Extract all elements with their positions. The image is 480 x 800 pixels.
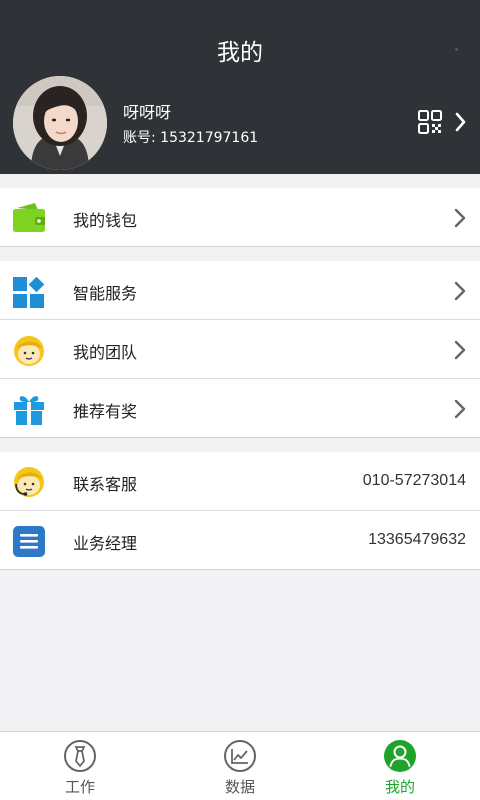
bottom-tab-bar: 工作 数据 我的 — [0, 731, 480, 800]
chevron-right-icon — [452, 398, 468, 420]
team-icon — [11, 332, 47, 368]
menu-item-label: 联系客服 — [73, 475, 138, 494]
chevron-right-icon — [455, 112, 466, 132]
qr-code-icon — [418, 110, 466, 134]
smart-service-icon — [11, 273, 47, 309]
tab-mine[interactable]: 我的 — [320, 732, 480, 800]
chevron-right-icon — [452, 207, 468, 229]
menu-item-label: 智能服务 — [73, 284, 138, 303]
profile-header: 我的 呀呀呀 账号: 15321797161 — [0, 0, 480, 174]
menu-item-wallet[interactable]: 我的钱包 — [0, 188, 480, 247]
services-group: 智能服务 我的团队 推荐有奖 — [0, 261, 480, 438]
menu-item-label: 我的钱包 — [73, 211, 138, 230]
chevron-right-icon — [452, 339, 468, 361]
tab-label: 工作 — [64, 778, 95, 796]
menu-item-label: 推荐有奖 — [73, 402, 138, 421]
menu-item-label: 我的团队 — [73, 343, 138, 362]
page-title: 我的 — [217, 40, 263, 66]
menu-item-my-team[interactable]: 我的团队 — [0, 320, 480, 379]
avatar[interactable] — [13, 76, 107, 170]
wallet-group: 我的钱包 — [0, 188, 480, 247]
menu-item-referral-reward[interactable]: 推荐有奖 — [0, 379, 480, 438]
tab-data[interactable]: 数据 — [160, 732, 320, 800]
work-icon — [63, 739, 97, 773]
gift-icon — [11, 391, 47, 427]
profile-account: 账号: 15321797161 — [123, 130, 259, 146]
customer-service-icon — [11, 464, 47, 500]
manager-icon — [11, 523, 47, 559]
data-chart-icon — [223, 739, 257, 773]
chevron-right-icon — [452, 280, 468, 302]
tab-work[interactable]: 工作 — [0, 732, 160, 800]
business-manager-phone[interactable]: 13365479632 — [368, 531, 466, 549]
menu-item-smart-service[interactable]: 智能服务 — [0, 261, 480, 320]
tab-label: 数据 — [224, 778, 255, 796]
profile-icon — [383, 739, 417, 773]
qr-code-button[interactable] — [416, 108, 468, 138]
customer-service-phone[interactable]: 010-57273014 — [363, 472, 466, 490]
wallet-icon — [11, 200, 47, 236]
menu-item-label: 业务经理 — [73, 534, 138, 553]
profile-name: 呀呀呀 — [123, 103, 172, 122]
menu-item-business-manager[interactable]: 业务经理 13365479632 — [0, 511, 480, 570]
menu-item-customer-service[interactable]: 联系客服 010-57273014 — [0, 452, 480, 511]
header-dot — [455, 48, 458, 51]
contact-group: 联系客服 010-57273014 业务经理 13365479632 — [0, 452, 480, 570]
tab-label: 我的 — [384, 778, 415, 796]
